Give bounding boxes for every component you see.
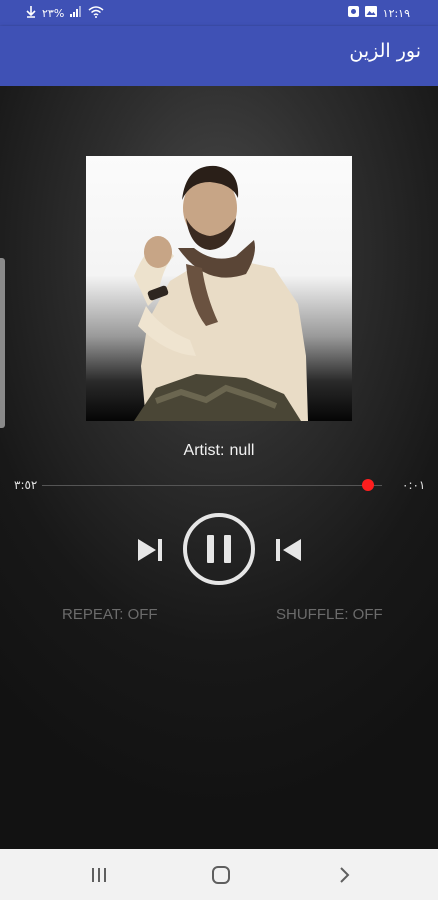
page-title: نور الزين [349, 40, 421, 62]
edge-panel-handle[interactable] [0, 258, 5, 428]
seek-bar[interactable] [42, 479, 382, 491]
artist-info: Artist: null [0, 440, 438, 460]
pause-icon [183, 513, 255, 585]
battery-text: ٢٣% [42, 6, 65, 20]
shuffle-toggle[interactable]: SHUFFLE: OFF [276, 606, 383, 623]
next-button[interactable] [131, 530, 171, 570]
previous-button[interactable] [268, 530, 308, 570]
app-bar: نور الزين [0, 26, 438, 86]
play-pause-button[interactable] [181, 511, 257, 587]
back-button[interactable] [330, 861, 358, 889]
media-icon [347, 6, 359, 20]
artist-value: null [229, 442, 255, 459]
navigation-bar [0, 849, 438, 900]
wifi-icon [88, 5, 104, 21]
signal-icon [70, 6, 82, 20]
status-left: ٢٣% [26, 0, 104, 26]
download-icon [26, 5, 36, 21]
skip-next-icon [138, 539, 162, 561]
seek-thumb[interactable] [362, 479, 374, 491]
clock: ١٢:١٩ [382, 6, 410, 20]
album-art [86, 156, 352, 421]
status-right: ١٢:١٩ [347, 0, 410, 26]
home-button[interactable] [207, 861, 235, 889]
seek-track[interactable] [42, 485, 382, 486]
elapsed-time: ٠:٠١ [402, 478, 426, 492]
skip-previous-icon [276, 539, 301, 561]
status-bar: ٢٣% ١٢:١٩ [0, 0, 438, 26]
image-icon [364, 6, 377, 20]
recents-icon [92, 868, 106, 882]
recents-button[interactable] [85, 861, 113, 889]
artist-label: Artist: [183, 442, 225, 459]
total-time: ٣:٥٢ [14, 478, 38, 492]
repeat-toggle[interactable]: REPEAT: OFF [62, 606, 158, 623]
home-icon [212, 866, 230, 884]
back-icon [340, 867, 350, 883]
